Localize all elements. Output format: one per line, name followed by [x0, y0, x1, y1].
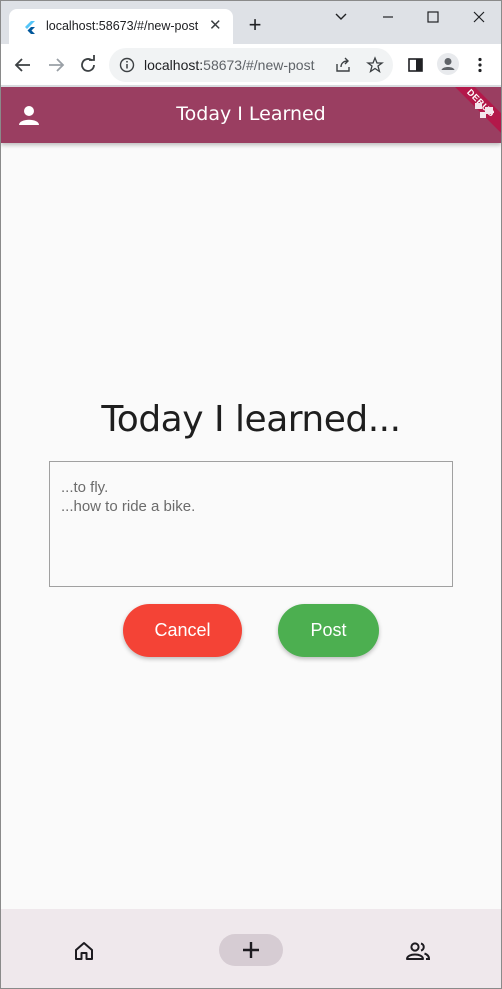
nav-item-new-post[interactable] — [219, 934, 283, 966]
minimize-icon[interactable] — [373, 7, 403, 27]
app-title: Today I Learned — [176, 103, 326, 125]
side-panel-icon[interactable] — [407, 56, 425, 74]
debug-inspector-icon — [475, 103, 493, 118]
tab-title: localhost:58673/#/new-post — [46, 19, 199, 33]
flutter-icon — [25, 21, 35, 34]
window-close-icon[interactable] — [464, 7, 494, 27]
page-heading: Today I learned... — [101, 399, 401, 440]
bottom-navigation — [1, 909, 501, 988]
url-path: 58673/#/new-post — [203, 57, 315, 73]
reload-icon[interactable] — [77, 54, 99, 76]
home-icon[interactable] — [72, 939, 96, 963]
back-arrow-icon[interactable] — [12, 54, 34, 76]
app-viewport: Today I Learned DEBUG Today I learned...… — [1, 87, 501, 988]
browser-window: localhost:58673/#/new-post ✕ + localhost… — [0, 0, 502, 989]
post-text-input[interactable] — [49, 461, 453, 587]
url-host: localhost: — [144, 57, 204, 73]
people-icon[interactable] — [405, 939, 431, 963]
forward-arrow-icon[interactable] — [45, 54, 67, 76]
app-bar: Today I Learned DEBUG — [1, 87, 501, 143]
browser-tab[interactable]: localhost:58673/#/new-post ✕ — [9, 9, 233, 44]
tab-strip: localhost:58673/#/new-post ✕ + — [1, 1, 501, 44]
url-text[interactable]: localhost:58673/#/new-post — [144, 57, 314, 73]
share-icon[interactable] — [334, 56, 352, 74]
maximize-icon[interactable] — [418, 7, 448, 27]
browser-toolbar: localhost:58673/#/new-post — [1, 44, 501, 86]
chevron-down-icon[interactable] — [326, 7, 356, 27]
site-info-icon[interactable] — [119, 57, 135, 73]
post-button[interactable]: Post — [278, 604, 379, 657]
tab-close-icon[interactable]: ✕ — [209, 18, 222, 34]
add-icon — [243, 942, 259, 958]
profile-person-icon — [441, 58, 455, 70]
new-tab-button[interactable]: + — [244, 14, 266, 36]
bookmark-star-icon[interactable] — [366, 56, 384, 74]
cancel-button[interactable]: Cancel — [123, 604, 242, 657]
more-menu-icon[interactable] — [471, 56, 489, 74]
profile-avatar-icon[interactable] — [437, 53, 459, 75]
address-bar[interactable]: localhost:58673/#/new-post — [109, 48, 393, 82]
